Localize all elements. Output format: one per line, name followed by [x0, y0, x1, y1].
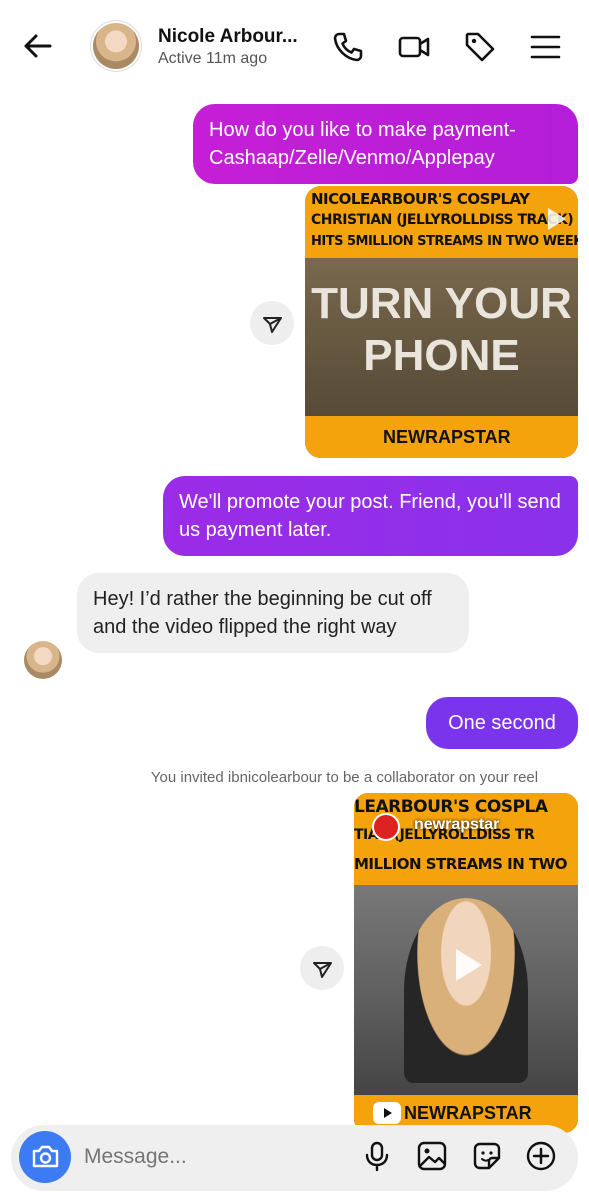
contact-avatar[interactable] — [93, 23, 139, 69]
share-icon[interactable] — [250, 301, 294, 345]
reel-badge-icon — [373, 1102, 401, 1124]
reel-username[interactable]: newrapstar — [414, 816, 499, 834]
reel-center-text: TURN YOUR PHONE — [311, 279, 572, 380]
gallery-icon[interactable] — [416, 1140, 448, 1172]
reel-brand: NEWRAPSTAR — [383, 427, 511, 447]
received-message-bubble[interactable]: Hey! I’d rather the beginning be cut off… — [77, 573, 469, 653]
sticker-icon[interactable] — [471, 1140, 503, 1172]
sent-message-bubble[interactable]: How do you like to make payment-Cashaap/… — [193, 104, 578, 184]
shared-reel-card[interactable]: NICOLEARBOUR'S COSPLAY CHRISTIAN (JELLYR… — [305, 186, 578, 458]
reel-title-line3: MILLION STREAMS IN TWO — [354, 855, 568, 873]
sent-message-bubble[interactable]: We'll promote your post. Friend, you'll … — [163, 476, 578, 556]
reel-title-line1: NICOLEARBOUR'S COSPLAY — [311, 190, 530, 208]
active-status: Active 11m ago — [158, 50, 268, 67]
reel-brand: NEWRAPSTAR — [404, 1103, 532, 1123]
contact-name[interactable]: Nicole Arbour... — [158, 26, 298, 48]
play-icon[interactable] — [444, 943, 488, 987]
reel-title-line2: CHRISTIAN (JELLYROLLDISS TRACK) — [311, 212, 574, 228]
camera-icon — [32, 1145, 59, 1168]
contact-avatar-small[interactable] — [24, 641, 62, 679]
microphone-icon[interactable] — [361, 1140, 393, 1172]
menu-icon[interactable] — [529, 30, 563, 64]
add-icon[interactable] — [525, 1140, 557, 1172]
back-arrow-icon[interactable] — [20, 28, 56, 64]
camera-button[interactable] — [19, 1131, 71, 1183]
reel-thumbnail-person — [404, 898, 528, 1083]
sent-message-bubble[interactable]: One second — [426, 697, 578, 749]
phone-icon[interactable] — [331, 30, 365, 64]
reel-author-avatar — [372, 813, 400, 841]
share-icon[interactable] — [300, 946, 344, 990]
shared-reel-card[interactable]: LEARBOUR'S COSPLA TIAN (JELLYROLLDISS TR… — [354, 793, 578, 1133]
send-arrow-icon — [313, 962, 332, 978]
play-icon[interactable] — [538, 202, 572, 236]
reel-title-line3: HITS 5MILLION STREAMS IN TWO WEEKS — [311, 234, 578, 249]
message-input[interactable] — [82, 1144, 286, 1170]
collaborator-invite-note: You invited ibnicolearbour to be a colla… — [150, 769, 539, 786]
video-call-icon[interactable] — [397, 30, 431, 64]
send-arrow-icon — [263, 317, 282, 333]
tag-icon[interactable] — [463, 30, 497, 64]
